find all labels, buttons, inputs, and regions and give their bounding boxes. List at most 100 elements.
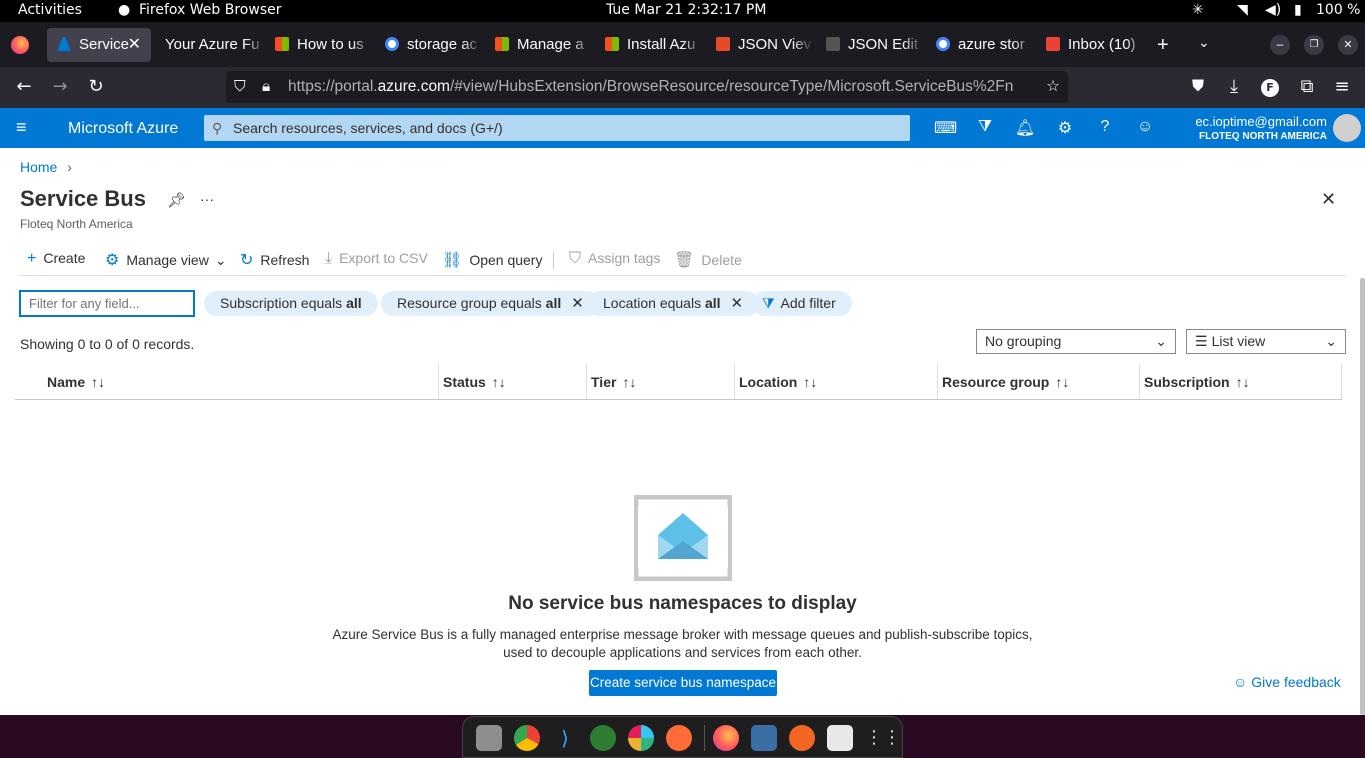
url-bar[interactable]: ⛉ 🔒︎ https://portal.azure.com/#view/Hubs… — [226, 71, 1068, 103]
delete-button[interactable]: 🗑︎ Delete — [674, 250, 742, 270]
create-namespace-button[interactable]: Create service bus namespace — [589, 670, 777, 696]
manage-view-button[interactable]: ⚙ Manage view ⌄ — [105, 250, 227, 270]
cloud-shell-icon[interactable]: ⌨ — [934, 118, 957, 138]
tab-how-to-use[interactable]: How to us — [275, 28, 372, 62]
tab-service-bus[interactable]: Service ✕ — [47, 28, 151, 62]
chrome-app-icon[interactable] — [514, 725, 540, 751]
vscode-app-icon[interactable]: ⟩ — [552, 725, 578, 751]
firefox-app-icon: ● — [118, 2, 131, 18]
add-filter-button[interactable]: ⧩ Add filter — [752, 291, 852, 316]
tab-azure-storage[interactable]: azure stor — [936, 28, 1033, 62]
azure-portal-header: ≡ Microsoft Azure ⚲ Search resources, se… — [0, 108, 1365, 148]
tag-icon: ⛉ — [569, 250, 582, 267]
grouping-dropdown[interactable]: No grouping ⌄ — [976, 329, 1176, 354]
command-bar-divider — [20, 275, 1346, 276]
gmail-favicon-icon — [1046, 37, 1060, 51]
more-options-button[interactable]: ··· — [200, 191, 214, 207]
browser-nav-bar: ← → ↻ ⛉ 🔒︎ https://portal.azure.com/#vie… — [0, 67, 1365, 108]
tab-json-editor[interactable]: JSON Edit — [826, 28, 923, 62]
remove-filter-icon[interactable]: ✕ — [731, 295, 744, 312]
azure-brand[interactable]: Microsoft Azure — [68, 120, 178, 138]
postman-app-icon[interactable] — [666, 725, 692, 751]
user-avatar[interactable] — [1333, 114, 1361, 142]
downloads-icon[interactable]: ⤓ — [1223, 76, 1245, 97]
tab-install-azure[interactable]: Install Azu — [605, 28, 702, 62]
create-button[interactable]: + Create — [27, 250, 85, 268]
firefox-menu-icon[interactable] — [11, 36, 29, 54]
close-tab-icon[interactable]: ✕ — [128, 28, 141, 62]
location-filter-pill[interactable]: Location equals all ✕ — [587, 291, 760, 316]
account-info[interactable]: ec.ioptime@gmail.com FLOTEQ NORTH AMERIC… — [1195, 114, 1327, 142]
app-name[interactable]: Firefox Web Browser — [139, 2, 282, 18]
tracking-shield-icon[interactable]: ⛉ — [234, 71, 246, 103]
open-query-button[interactable]: ⛓ Open query — [442, 250, 542, 270]
wifi-icon[interactable]: ◥ — [1237, 2, 1248, 18]
activities-button[interactable]: Activities — [18, 2, 82, 18]
settings-gear-icon[interactable]: ⚙ — [1054, 118, 1076, 138]
extensions-puzzle-icon[interactable]: ⧉ — [1296, 76, 1318, 97]
account-avatar-icon[interactable]: F — [1261, 79, 1279, 97]
column-header-tier[interactable]: Tier ↑↓ — [591, 374, 636, 390]
microsoft-favicon-icon — [495, 37, 509, 51]
battery-icon[interactable]: ▮ — [1294, 2, 1302, 18]
system-top-bar: Activities ● Firefox Web Browser Tue Mar… — [0, 0, 1365, 22]
column-header-subscription[interactable]: Subscription ↑↓ — [1144, 374, 1250, 390]
remove-filter-icon[interactable]: ✕ — [571, 295, 584, 312]
global-search-input[interactable]: ⚲ Search resources, services, and docs (… — [204, 115, 910, 141]
tab-gmail-inbox[interactable]: Inbox (10) — [1046, 28, 1146, 62]
export-csv-button[interactable]: ⤓ Export to CSV — [325, 250, 428, 268]
directory-filter-icon[interactable]: ⧩ — [974, 118, 996, 138]
forward-arrow-icon[interactable]: → — [49, 76, 71, 97]
pocket-icon[interactable]: ⛊ — [1187, 76, 1209, 96]
resource-group-filter-pill[interactable]: Resource group equals all ✕ — [381, 291, 600, 316]
feedback-icon[interactable]: ☺ — [1134, 118, 1156, 138]
chevron-down-icon: ⌄ — [1325, 333, 1337, 349]
tab-storage[interactable]: storage ac — [385, 28, 482, 62]
clock[interactable]: Tue Mar 21 2:32:17 PM — [606, 2, 766, 18]
page-scrollbar[interactable] — [1360, 278, 1365, 715]
download-icon: ⤓ — [325, 250, 333, 267]
help-icon[interactable]: ? — [1094, 118, 1116, 138]
portal-menu-icon[interactable]: ≡ — [16, 117, 27, 138]
back-arrow-icon[interactable]: ← — [13, 76, 35, 97]
network-status-icon[interactable]: ✳ — [1192, 2, 1204, 18]
close-window-icon[interactable]: ✕ — [1338, 35, 1358, 55]
restore-window-icon[interactable]: ❐ — [1304, 35, 1324, 55]
column-header-status[interactable]: Status ↑↓ — [443, 374, 506, 390]
soundcloud-app-icon[interactable] — [789, 725, 815, 751]
software-app-icon[interactable] — [827, 725, 853, 751]
filter-input[interactable] — [19, 290, 195, 317]
tab-manage[interactable]: Manage a — [495, 28, 592, 62]
hamburger-menu-icon[interactable]: ≡ — [1331, 76, 1353, 97]
volume-icon[interactable]: ◀) — [1265, 2, 1281, 18]
assign-tags-button[interactable]: ⛉ Assign tags — [569, 250, 660, 268]
bookmark-star-icon[interactable]: ☆ — [1042, 71, 1060, 103]
show-apps-grid-icon[interactable]: ⋮⋮ — [865, 725, 901, 751]
empty-state-title: No service bus namespaces to display — [508, 593, 857, 614]
lock-icon[interactable]: 🔒︎ — [262, 71, 270, 103]
list-tabs-chevron-icon[interactable]: ⌄ — [1198, 34, 1210, 51]
minimize-window-icon[interactable]: – — [1270, 35, 1290, 55]
reload-icon[interactable]: ↻ — [85, 76, 107, 97]
column-header-resource-group[interactable]: Resource group ↑↓ — [942, 374, 1069, 390]
column-header-name[interactable]: Name ↑↓ — [47, 374, 105, 390]
files-app-icon[interactable] — [476, 725, 502, 751]
breadcrumb-home[interactable]: Home — [20, 159, 57, 175]
text-editor-app-icon[interactable] — [751, 725, 777, 751]
give-feedback-link[interactable]: ☺ Give feedback — [1233, 674, 1341, 690]
hs-app-icon[interactable] — [590, 725, 616, 751]
close-blade-icon[interactable]: ✕ — [1321, 189, 1336, 210]
tab-json-viewer[interactable]: JSON Viev — [716, 28, 813, 62]
firefox-app-icon[interactable] — [713, 725, 739, 751]
new-tab-plus-icon[interactable]: + — [1157, 34, 1169, 57]
json-viewer-favicon-icon — [716, 37, 730, 51]
subscription-filter-pill[interactable]: Subscription equals all — [204, 291, 378, 316]
refresh-button[interactable]: ↻ Refresh — [240, 250, 309, 270]
records-count: Showing 0 to 0 of 0 records. — [20, 336, 195, 352]
column-header-location[interactable]: Location ↑↓ — [739, 374, 817, 390]
slack-app-icon[interactable] — [628, 725, 654, 751]
notifications-bell-icon[interactable]: 🔔︎ — [1014, 118, 1036, 138]
view-mode-dropdown[interactable]: ☰ List view ⌄ — [1186, 329, 1346, 354]
tab-azure-functions[interactable]: Your Azure Fu — [165, 28, 265, 62]
pin-icon[interactable]: 📌︎ — [167, 191, 186, 209]
